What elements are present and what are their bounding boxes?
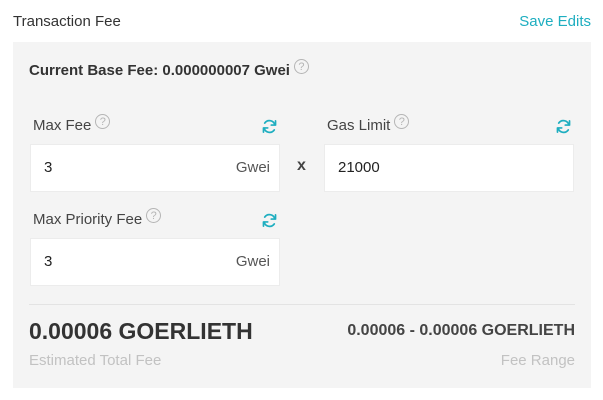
max-priority-fee-label-group: Max Priority Fee ? (33, 208, 162, 228)
max-priority-fee-input[interactable]: 3 Gwei (30, 238, 280, 286)
transaction-fee-widget: Transaction Fee Save Edits Current Base … (0, 0, 603, 400)
fee-range-amount: 0.00006 - 0.00006 GOERLIETH (347, 322, 575, 339)
current-base-fee: Current Base Fee: 0.000000007 Gwei ? (29, 59, 309, 79)
max-fee-unit: Gwei (235, 159, 270, 176)
max-fee-label-group: Max Fee ? (33, 114, 111, 134)
gas-limit-value: 21000 (338, 159, 380, 176)
help-icon[interactable]: ? (146, 208, 162, 223)
help-icon[interactable]: ? (95, 114, 111, 129)
current-base-fee-label: Current Base Fee: 0.000000007 Gwei (29, 62, 290, 79)
fee-panel: Current Base Fee: 0.000000007 Gwei ? Max… (13, 42, 591, 388)
max-priority-fee-value: 3 (44, 253, 53, 270)
section-title: Transaction Fee (13, 13, 121, 30)
divider (29, 304, 575, 305)
max-fee-value: 3 (44, 159, 53, 176)
estimated-total-fee-caption: Estimated Total Fee (29, 352, 162, 369)
save-edits-link[interactable]: Save Edits (519, 13, 591, 30)
max-fee-input[interactable]: 3 Gwei (30, 144, 280, 192)
gas-limit-label-group: Gas Limit ? (327, 114, 410, 134)
refresh-icon[interactable] (261, 212, 278, 229)
help-icon[interactable]: ? (394, 114, 410, 129)
refresh-icon[interactable] (555, 118, 572, 135)
gas-limit-label: Gas Limit (327, 117, 391, 134)
max-fee-label: Max Fee (33, 117, 92, 134)
fee-range-caption: Fee Range (500, 352, 575, 369)
estimated-total-fee-amount: 0.00006 GOERLIETH (29, 318, 253, 344)
gas-limit-input[interactable]: 21000 (324, 144, 574, 192)
multiply-operator: x (297, 157, 306, 174)
header: Transaction Fee Save Edits (13, 10, 591, 34)
max-priority-fee-unit: Gwei (235, 253, 270, 270)
help-icon[interactable]: ? (293, 59, 309, 74)
max-priority-fee-label: Max Priority Fee (33, 211, 143, 228)
refresh-icon[interactable] (261, 118, 278, 135)
